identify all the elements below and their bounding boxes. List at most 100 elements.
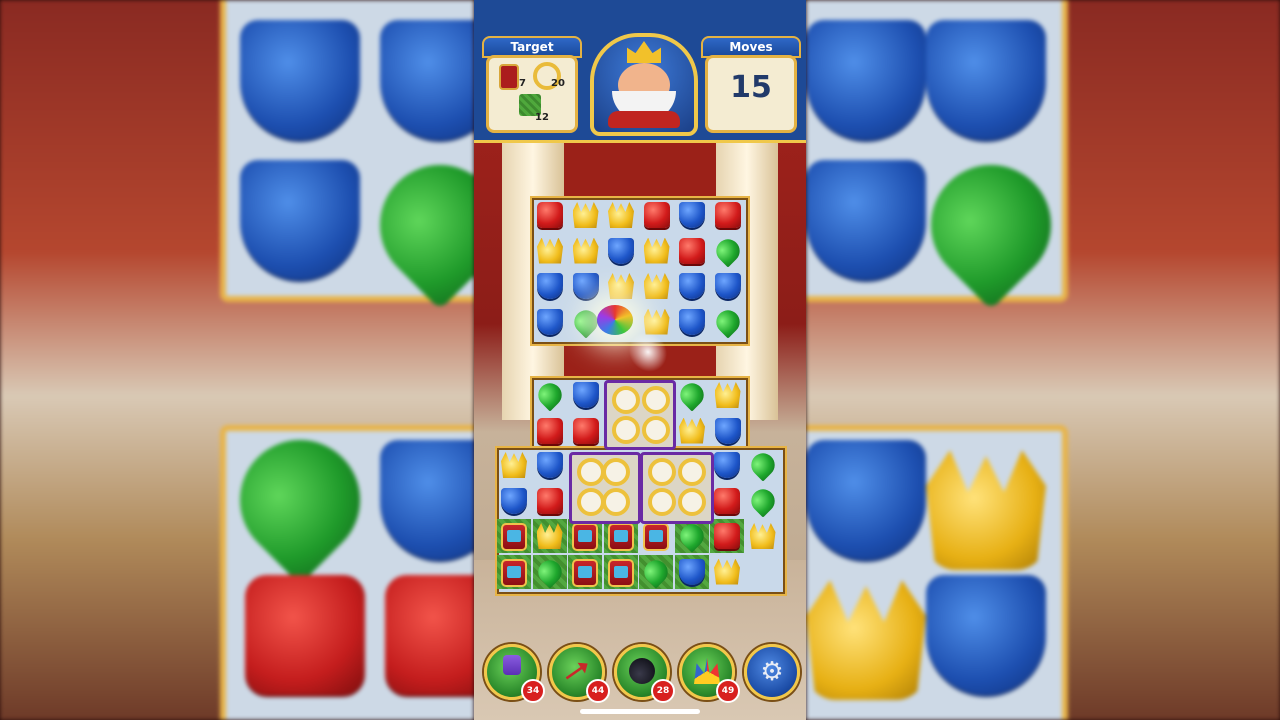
board-cell[interactable] — [497, 448, 531, 482]
board-cell[interactable] — [533, 448, 567, 482]
gold-crown-tile[interactable] — [679, 417, 705, 444]
blue-shield-tile[interactable] — [679, 273, 705, 299]
board-cell[interactable] — [675, 198, 709, 232]
red-block-tile[interactable] — [537, 417, 563, 444]
blue-shield-tile[interactable] — [537, 273, 563, 299]
board-cell[interactable] — [604, 269, 638, 303]
board-cell[interactable] — [569, 414, 603, 448]
green-leaf-tile[interactable] — [710, 304, 745, 339]
lantern-tile[interactable] — [501, 558, 527, 587]
board-cell[interactable] — [533, 198, 567, 232]
booster-hammer[interactable]: 34 — [484, 644, 545, 703]
board-cell[interactable] — [497, 484, 531, 518]
board-cell[interactable] — [745, 448, 780, 482]
board-cell[interactable] — [711, 198, 745, 232]
board-cell[interactable] — [711, 414, 745, 448]
board-cell[interactable] — [569, 269, 603, 303]
board-cell[interactable] — [497, 554, 531, 589]
board-cell[interactable] — [745, 483, 780, 518]
green-leaf-tile[interactable] — [710, 233, 745, 268]
gold-crown-tile[interactable] — [536, 523, 563, 549]
board-cell[interactable] — [532, 554, 567, 589]
gold-crown-tile[interactable] — [537, 237, 563, 264]
red-block-tile[interactable] — [572, 417, 599, 444]
blue-shield-tile[interactable] — [679, 308, 705, 335]
red-block-tile[interactable] — [536, 487, 563, 514]
blue-shield-tile[interactable] — [714, 417, 741, 444]
lantern-tile[interactable] — [572, 558, 598, 587]
green-leaf-tile[interactable] — [533, 378, 567, 412]
board-cell[interactable] — [710, 484, 744, 518]
blue-shield-tile[interactable] — [501, 487, 527, 514]
board-cell[interactable] — [569, 378, 603, 412]
home-indicator[interactable] — [580, 709, 700, 714]
board-cell[interactable] — [640, 198, 674, 232]
board-cell[interactable] — [675, 414, 709, 448]
board-cell[interactable] — [711, 269, 745, 303]
board-cell[interactable] — [674, 519, 709, 553]
lantern-tile[interactable] — [501, 523, 527, 551]
board-cell[interactable] — [675, 269, 709, 303]
gold-crown-tile[interactable] — [643, 273, 670, 299]
blue-shield-tile[interactable] — [572, 273, 599, 299]
blue-shield-tile[interactable] — [536, 452, 563, 478]
red-block-tile[interactable] — [679, 237, 705, 264]
board-cell[interactable] — [710, 304, 745, 339]
rainbow-ball-icon[interactable] — [597, 305, 633, 335]
board-cell[interactable] — [746, 519, 780, 553]
gold-crown-tile[interactable] — [714, 382, 741, 408]
lantern-tile[interactable] — [572, 523, 598, 551]
board-cell[interactable] — [675, 378, 709, 412]
blue-shield-tile[interactable] — [572, 382, 599, 408]
red-block-tile[interactable] — [714, 487, 740, 514]
board-cell[interactable] — [533, 234, 567, 268]
gold-crown-tile[interactable] — [714, 558, 740, 585]
green-leaf-tile[interactable] — [745, 448, 780, 482]
board-cell[interactable] — [710, 519, 744, 553]
lantern-tile[interactable] — [643, 523, 669, 551]
gold-crown-tile[interactable] — [643, 237, 670, 264]
red-block-tile[interactable] — [643, 202, 670, 228]
gold-crown-tile[interactable] — [572, 237, 599, 264]
board-cell[interactable] — [569, 198, 603, 232]
blue-shield-tile[interactable] — [714, 452, 740, 478]
blue-shield-tile[interactable] — [608, 237, 634, 264]
board-cell[interactable] — [568, 554, 602, 589]
board-cell[interactable] — [604, 198, 638, 232]
board-cell[interactable] — [603, 519, 638, 553]
board-cell[interactable] — [603, 554, 638, 589]
board-cell[interactable] — [533, 484, 567, 518]
board-cell[interactable] — [533, 269, 567, 303]
board-cell[interactable] — [640, 234, 674, 268]
board-cell[interactable] — [640, 269, 674, 303]
blue-shield-tile[interactable] — [714, 273, 741, 299]
green-leaf-tile[interactable] — [745, 483, 780, 518]
board-cell[interactable] — [710, 233, 745, 268]
board-cell[interactable] — [532, 519, 567, 553]
board-cell[interactable] — [604, 234, 638, 268]
gold-crown-tile[interactable] — [749, 523, 776, 549]
booster-jester[interactable]: 49 — [679, 644, 740, 703]
green-leaf-tile[interactable] — [675, 378, 709, 412]
board-cell[interactable] — [710, 448, 744, 482]
blue-shield-tile[interactable] — [679, 202, 705, 228]
lantern-tile[interactable] — [607, 558, 634, 587]
blue-shield-tile[interactable] — [678, 558, 705, 585]
board-cell[interactable] — [675, 234, 709, 268]
booster-cannon[interactable]: 28 — [614, 644, 675, 703]
board-cell[interactable] — [675, 305, 709, 339]
board-cell[interactable] — [674, 554, 709, 589]
board-cell[interactable] — [497, 519, 531, 553]
booster-arrow[interactable]: 44 — [549, 644, 610, 703]
blue-shield-tile[interactable] — [537, 308, 563, 335]
board-cell[interactable] — [711, 378, 745, 412]
board-cell[interactable] — [533, 305, 567, 339]
board-cell[interactable] — [710, 555, 744, 589]
gold-crown-tile[interactable] — [572, 202, 599, 228]
board-cell[interactable] — [569, 234, 603, 268]
red-block-tile[interactable] — [714, 202, 741, 228]
settings-button[interactable]: ⚙ — [744, 644, 800, 700]
gold-crown-tile[interactable] — [501, 452, 527, 478]
gold-crown-tile[interactable] — [608, 273, 634, 299]
gold-crown-tile[interactable] — [608, 202, 634, 228]
